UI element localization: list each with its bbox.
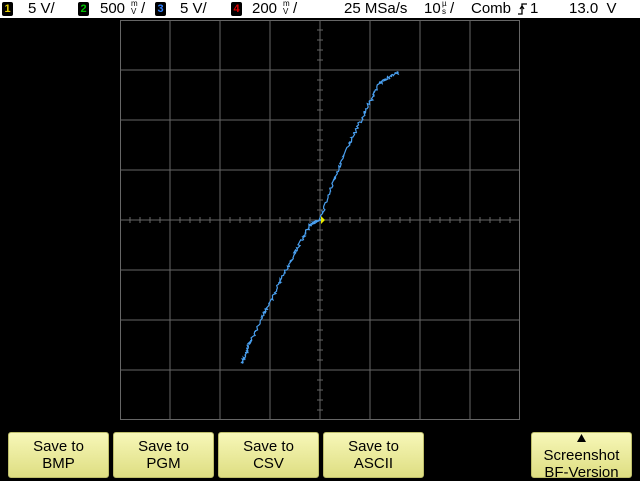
save-ascii-line1: Save to	[348, 438, 399, 455]
save-ascii-button[interactable]: Save to ASCII	[323, 432, 424, 478]
save-bmp-button[interactable]: Save to BMP	[8, 432, 109, 478]
timebase-unit-bottom: s	[442, 7, 446, 16]
save-csv-button[interactable]: Save to CSV	[218, 432, 319, 478]
channel-3-scale[interactable]: 5 V/	[180, 0, 207, 18]
channel-4-badge[interactable]: 4	[231, 2, 242, 16]
center-cursor-marker	[321, 216, 325, 224]
sample-rate: 25 MSa/s	[344, 0, 408, 17]
timebase-slash: /	[450, 0, 455, 17]
save-csv-line1: Save to	[243, 438, 294, 455]
up-triangle-icon	[577, 433, 586, 442]
channel-3-badge[interactable]: 3	[155, 2, 166, 16]
softkey-bar: Save to BMP Save to PGM Save to CSV Save…	[0, 424, 640, 481]
channel-1-scale[interactable]: 5 V/	[28, 0, 55, 18]
screenshot-label: Screenshot	[543, 446, 620, 464]
channel-4-unit-bottom: V	[283, 7, 289, 16]
save-ascii-line2: ASCII	[353, 455, 394, 472]
xy-trace-point	[263, 311, 267, 314]
channel-1-badge[interactable]: 1	[2, 2, 13, 16]
channel-3-number: 3	[157, 3, 164, 15]
screenshot-line1: Screenshot	[532, 430, 631, 464]
xy-trace-point	[378, 81, 382, 84]
save-csv-line2: CSV	[253, 455, 284, 472]
xy-trace-point	[248, 341, 252, 344]
channel-4-slash: /	[293, 0, 298, 17]
screenshot-line2: BF-Version	[544, 463, 619, 481]
xy-trace-point	[278, 281, 282, 284]
channel-2-scale[interactable]: 500	[100, 0, 125, 18]
xy-trace-point	[363, 111, 367, 114]
channel-2-unit: m V	[131, 0, 138, 16]
channel-4-number: 4	[233, 3, 240, 15]
trigger-level[interactable]: 13.0 V	[569, 0, 617, 18]
trigger-mode[interactable]: Comb	[471, 0, 511, 18]
channel-2-slash: /	[141, 0, 146, 17]
screenshot-version-button[interactable]: Screenshot BF-Version	[531, 430, 632, 481]
channel-2-unit-bottom: V	[131, 7, 137, 16]
xy-display	[120, 20, 520, 420]
xy-trace-point	[396, 71, 399, 74]
xy-trace-point	[308, 223, 312, 227]
trigger-source: 1	[530, 0, 539, 17]
save-pgm-line2: PGM	[146, 455, 181, 472]
xy-trace-point	[333, 176, 337, 179]
save-pgm-button[interactable]: Save to PGM	[113, 432, 214, 478]
xy-trace-point	[293, 251, 297, 254]
xy-trace-point	[318, 218, 322, 222]
channel-4-scale[interactable]: 200	[252, 0, 277, 18]
rising-edge-icon	[518, 3, 527, 15]
channel-1-number: 1	[4, 3, 11, 15]
xy-trace-point	[348, 141, 352, 144]
save-bmp-line2: BMP	[42, 455, 75, 472]
channel-2-badge[interactable]: 2	[78, 2, 89, 16]
timebase-value[interactable]: 10	[424, 0, 441, 18]
status-bar: 1 5 V/ 2 500 m V / 3 5 V/ 4 200 m V / 25…	[0, 0, 640, 18]
timebase-unit: µ s	[442, 0, 447, 16]
save-pgm-line1: Save to	[138, 438, 189, 455]
save-bmp-line1: Save to	[33, 438, 84, 455]
channel-4-unit: m V	[283, 0, 290, 16]
xy-trace-point	[241, 361, 244, 364]
channel-2-number: 2	[80, 3, 87, 15]
